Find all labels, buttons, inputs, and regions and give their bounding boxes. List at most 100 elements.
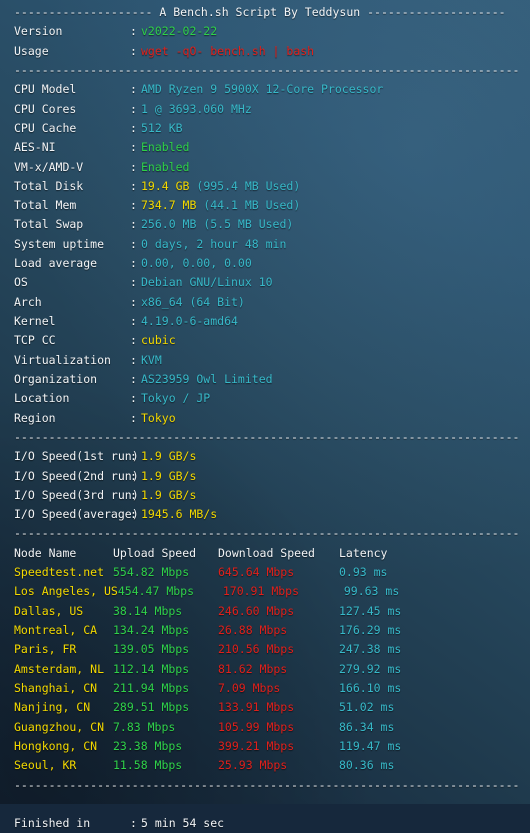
- iospeed-colon: :: [130, 449, 137, 464]
- sysinfo-label: Total Swap: [14, 217, 84, 232]
- sysinfo-value: 0.00, 0.00, 0.00: [141, 256, 252, 271]
- iospeed-row: I/O Speed(1st run):1.9 GB/s: [0, 447, 530, 466]
- sysinfo-value: 19.4 GB: [141, 178, 190, 193]
- sysinfo-row: CPU Cache:512 KB: [0, 119, 530, 138]
- sysinfo-label: CPU Model: [14, 82, 77, 97]
- rule-separator-sysinfo: ----------------------------------------…: [14, 429, 520, 444]
- sysinfo-value: 734.7 MB: [141, 198, 197, 213]
- sysinfo-colon: :: [130, 352, 137, 367]
- speedtest-row: Guangzhou, CN 7.83 Mbps 105.99 Mbps 86.34 m…: [0, 718, 530, 737]
- speedtest-latency: 279.92 ms: [339, 661, 402, 676]
- speedtest-node-name: Guangzhou, CN: [14, 719, 105, 734]
- header-label: Version: [14, 24, 63, 39]
- sysinfo-label: Load average: [14, 256, 98, 271]
- sysinfo-row: Load average:0.00, 0.00, 0.00: [0, 254, 530, 273]
- iospeed-colon: :: [130, 487, 137, 502]
- speedtest-node-name: Dallas, US: [14, 603, 84, 618]
- sysinfo-colon: :: [130, 275, 137, 290]
- speedtest-latency: 247.38 ms: [339, 642, 402, 657]
- sysinfo-value-extra: (5.5 MB Used): [196, 217, 294, 232]
- sysinfo-colon: :: [130, 82, 137, 97]
- speedtest-latency: 51.02 ms: [339, 700, 395, 715]
- iospeed-colon: :: [130, 507, 137, 522]
- sysinfo-value: 4.19.0-6-amd64: [141, 314, 238, 328]
- iospeed-colon: :: [130, 468, 137, 483]
- sysinfo-value: KVM: [141, 352, 162, 367]
- speedtest-node-name: Speedtest.net: [14, 565, 105, 580]
- finished-colon: :: [130, 816, 137, 831]
- finished-row: Finished in : 5 min 54 sec: [0, 814, 530, 833]
- speedtest-download-speed: 645.64 Mbps: [218, 565, 295, 580]
- speedtest-node-name: Seoul, KR: [14, 758, 77, 773]
- iospeed-row: I/O Speed(average):1945.6 MB/s: [0, 505, 530, 524]
- sysinfo-colon: :: [130, 159, 137, 174]
- speedtest-upload-speed: 454.47 Mbps: [117, 584, 195, 599]
- header-row: Version: v2022-02-22: [0, 22, 530, 41]
- sysinfo-row: TCP CC: cubic: [0, 331, 530, 350]
- speedtest-row: Dallas, US 38.14 Mbps 246.60 Mbps 127.45 ms: [0, 602, 530, 621]
- terminal-window: -------------------- A Bench.sh Script B…: [0, 0, 530, 830]
- header-value: v2022-02-22: [141, 24, 218, 39]
- sysinfo-colon: :: [130, 178, 137, 193]
- sysinfo-row: Kernel:4.19.0-6-amd64: [0, 312, 530, 331]
- speedtest-latency: 176.29 ms: [339, 623, 402, 637]
- sysinfo-value: AS23959 Owl Limited: [141, 371, 273, 386]
- speedtest-download-speed: 133.91 Mbps: [218, 700, 295, 715]
- speedtest-latency: 0.93 ms: [339, 565, 388, 580]
- speedtest-node-name: Amsterdam, NL: [14, 661, 105, 676]
- rule-separator-iospeed: ----------------------------------------…: [14, 526, 520, 541]
- speedtest-download-speed: 81.62 Mbps: [218, 661, 288, 676]
- sysinfo-label: CPU Cores: [14, 101, 77, 116]
- speedtest-download-speed: 105.99 Mbps: [218, 719, 295, 734]
- finished-label: Finished in: [14, 816, 91, 831]
- speedtest-download-speed: 25.93 Mbps: [218, 758, 288, 773]
- speedtest-upload-speed: 554.82 Mbps: [113, 565, 190, 580]
- speedtest-latency: 99.63 ms: [343, 584, 400, 599]
- sysinfo-row: VM-x/AMD-V: Enabled: [0, 158, 530, 177]
- speedtest-download-speed: 246.60 Mbps: [218, 603, 295, 618]
- sysinfo-value: 512 KB: [141, 120, 183, 135]
- speedtest-latency: 127.45 ms: [339, 603, 402, 618]
- speedtest-node-name: Los Angeles, US: [14, 584, 118, 599]
- sysinfo-row: Total Swap:256.0 MB (5.5 MB Used): [0, 215, 530, 234]
- bottom-spacer: [0, 795, 530, 814]
- header-colon: :: [130, 43, 137, 58]
- sysinfo-label: Virtualization: [14, 352, 111, 367]
- sysinfo-row: CPU Model: AMD Ryzen 9 5900X 12-Core Proc…: [0, 80, 530, 99]
- sysinfo-label: Arch: [14, 294, 42, 309]
- speedtest-download-speed: 7.09 Mbps: [218, 680, 281, 695]
- speedtest-latency: 119.47 ms: [339, 738, 402, 753]
- sysinfo-colon: :: [130, 140, 137, 155]
- sysinfo-value: Tokyo / JP: [141, 391, 211, 406]
- sysinfo-value: Enabled: [141, 140, 190, 155]
- speedtest-download-speed: 26.88 Mbps: [218, 623, 288, 637]
- iospeed-row: I/O Speed(3rd run):1.9 GB/s: [0, 486, 530, 505]
- speedtest-section: Node Name Upload Speed Download Speed Laten…: [0, 544, 530, 776]
- speedtest-upload-speed: 211.94 Mbps: [113, 680, 190, 695]
- sysinfo-row: Total Mem:734.7 MB (44.1 MB Used): [0, 196, 530, 215]
- sysinfo-colon: :: [130, 410, 137, 425]
- iospeed-label: I/O Speed(1st run): [14, 449, 139, 464]
- speedtest-row: Seoul, KR 11.58 Mbps 25.93 Mbps 80.36 ms: [0, 756, 530, 775]
- sysinfo-row: Arch: x86_64 (64 Bit): [0, 293, 530, 312]
- sysinfo-colon: :: [130, 101, 137, 116]
- iospeed-row: I/O Speed(2nd run):1.9 GB/s: [0, 467, 530, 486]
- sysinfo-value: Debian GNU/Linux 10: [141, 275, 273, 290]
- sysinfo-label: VM-x/AMD-V: [14, 159, 84, 174]
- speedtest-download-speed: 210.56 Mbps: [218, 642, 295, 657]
- rule-separator-speedtest: ----------------------------------------…: [14, 777, 520, 792]
- iospeed-value: 1945.6 MB/s: [141, 507, 218, 522]
- terminal-screen: -------------------- A Bench.sh Script B…: [0, 0, 530, 833]
- sysinfo-label: AES-NI: [14, 140, 56, 155]
- sysinfo-row: Organization: AS23959 Owl Limited: [0, 370, 530, 389]
- speedtest-column-header: Latency: [339, 545, 388, 560]
- speedtest-row: Montreal, CA 134.24 Mbps 26.88 Mbps 176.29 …: [0, 621, 530, 640]
- iospeed-value: 1.9 GB/s: [141, 449, 197, 464]
- speedtest-row: Nanjing, CN 289.51 Mbps 133.91 Mbps 51.02 m…: [0, 698, 530, 717]
- speedtest-node-name: Paris, FR: [14, 642, 77, 657]
- sysinfo-row: System uptime:0 days, 2 hour 48 min: [0, 235, 530, 254]
- sysinfo-colon: :: [130, 236, 137, 251]
- finished-value: 5 min 54 sec: [141, 816, 225, 831]
- sysinfo-value: Enabled: [141, 159, 190, 174]
- sysinfo-colon: :: [130, 371, 137, 386]
